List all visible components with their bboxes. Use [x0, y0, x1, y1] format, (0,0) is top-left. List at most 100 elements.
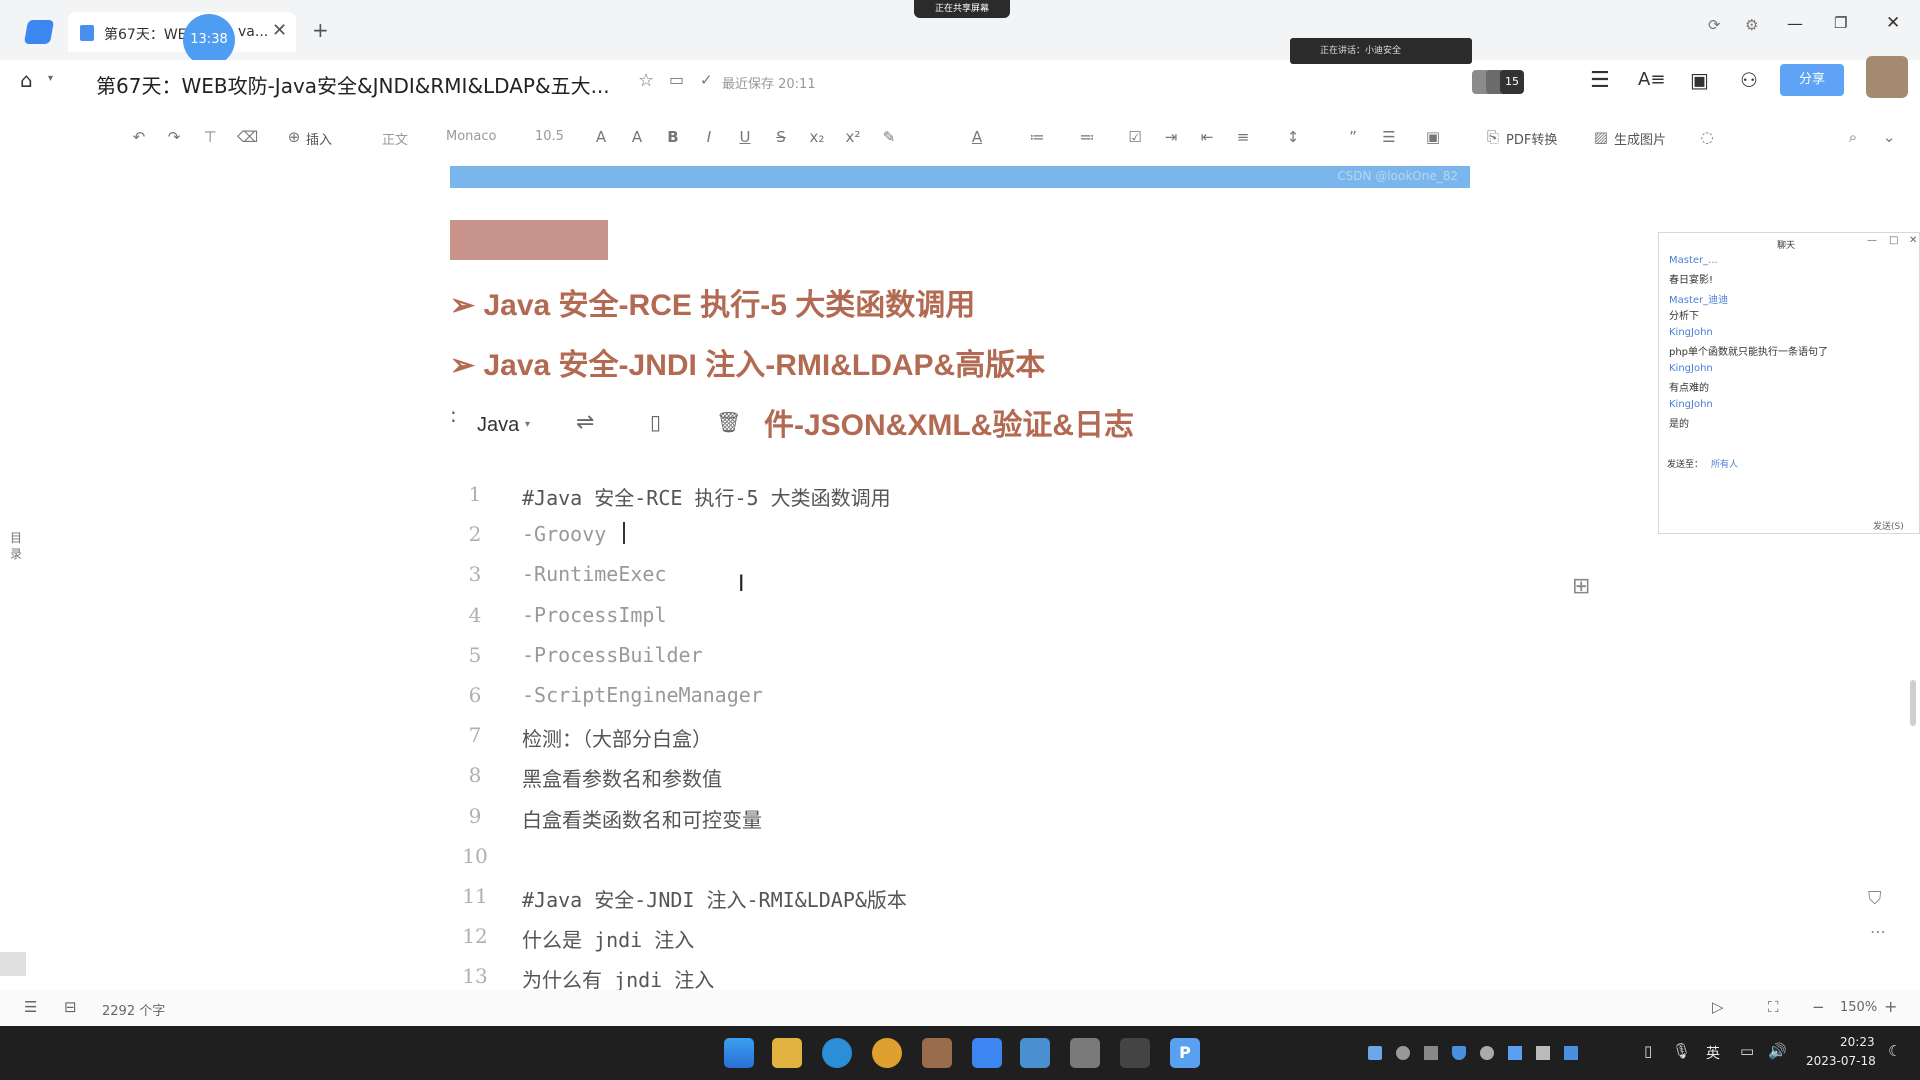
code-line[interactable]: 12 什么是 jndi 注入 [460, 924, 1560, 960]
redo-icon[interactable]: ↷ [165, 128, 183, 146]
strikethrough-icon[interactable]: S [772, 128, 790, 146]
new-tab-button[interactable]: + [312, 18, 329, 42]
chevron-down-icon[interactable]: ▾ [525, 419, 530, 430]
chevron-down-icon[interactable]: ▾ [48, 73, 53, 84]
microphone-icon[interactable]: 🎙 [1672, 1042, 1691, 1060]
wrap-icon[interactable]: ⇌ [576, 410, 594, 435]
code-line[interactable]: 10 [460, 844, 1560, 880]
avatar-stack[interactable]: 15 [1472, 70, 1532, 96]
file-explorer-icon[interactable] [772, 1038, 802, 1068]
home-icon[interactable]: ⌂ [20, 68, 33, 92]
code-line[interactable]: 9 白盒看类函数名和可控变量 [460, 804, 1560, 840]
scrollbar[interactable] [1910, 680, 1916, 726]
clear-format-icon[interactable]: ⌫ [237, 128, 258, 146]
tray-icon[interactable] [1536, 1046, 1550, 1060]
chat-close-button[interactable]: ✕ [1909, 235, 1917, 246]
insert-button[interactable]: 插入 [306, 129, 332, 148]
zoom-out-button[interactable]: − [1812, 998, 1825, 1016]
outdent-icon[interactable]: ⇤ [1198, 128, 1216, 146]
p-app-icon[interactable]: P [1170, 1038, 1200, 1068]
code-line[interactable]: 3 -RuntimeExec [460, 562, 1560, 598]
pdf-convert-button[interactable]: PDF转换 [1506, 129, 1557, 148]
play-icon[interactable]: ▷ [1712, 998, 1724, 1016]
present-icon[interactable]: ▣ [1690, 68, 1709, 92]
clock-date[interactable]: 2023-07-18 [1806, 1054, 1876, 1068]
font-shrink-icon[interactable]: A [628, 128, 646, 146]
notification-icon[interactable]: ☾ [1888, 1042, 1901, 1060]
code-line[interactable]: 7 检测：（大部分白盒） [460, 723, 1560, 759]
quote-icon[interactable]: ” [1344, 128, 1362, 146]
underline-icon[interactable]: U [736, 128, 754, 146]
more-dots-icon[interactable]: ⋯ [1870, 922, 1886, 941]
tab-document[interactable]: 第67天：WE va... ✕ [68, 12, 296, 52]
code-line[interactable]: 1 #Java 安全-RCE 执行-5 大类函数调用 [460, 482, 1560, 518]
toc-tab[interactable]: 目录 [10, 530, 26, 562]
insert-icon[interactable]: ⊕ [285, 128, 303, 146]
phone-icon[interactable]: ▯ [1644, 1042, 1652, 1060]
tray-icon[interactable] [1368, 1046, 1382, 1060]
code-line[interactable]: 4 -ProcessImpl [460, 603, 1560, 639]
chat-window[interactable]: 聊天 — □ ✕ Master_... 春日宴影! Master_迪迪 分析下 King… [1658, 232, 1920, 534]
code-line[interactable]: 2 -Groovy [460, 522, 1560, 558]
font-style-icon[interactable]: A≡ [1638, 69, 1665, 90]
insert-image-icon[interactable]: ▣ [1424, 128, 1442, 146]
italic-icon[interactable]: I [700, 128, 718, 146]
send-button[interactable]: 发送(S) [1873, 519, 1904, 532]
code-line[interactable]: 5 -ProcessBuilder [460, 643, 1560, 679]
settings-icon[interactable]: ⚙ [1745, 16, 1758, 34]
undo-icon[interactable]: ↶ [130, 128, 148, 146]
document-title[interactable]: 第67天：WEB攻防-Java安全&JNDI&RMI&LDAP&五大... [96, 70, 610, 99]
style-select[interactable]: 正文 [382, 129, 408, 148]
tray-icon[interactable] [1424, 1046, 1438, 1060]
folder-icon[interactable]: ▭ [669, 70, 684, 89]
chat-maximize-button[interactable]: □ [1889, 235, 1898, 246]
pdf-icon[interactable]: ⎘ [1484, 128, 1502, 146]
star-icon[interactable]: ☆ [638, 70, 654, 91]
numbered-list-icon[interactable]: ≕ [1078, 128, 1096, 146]
language-select[interactable]: Java [477, 414, 519, 437]
code-line[interactable]: 8 黑盒看参数名和参数值 [460, 763, 1560, 799]
close-window-button[interactable]: ✕ [1886, 13, 1900, 33]
tray-icon[interactable] [1480, 1046, 1494, 1060]
collapse-icon[interactable]: ⌄ [1880, 128, 1898, 146]
send-to-select[interactable]: 所有人 [1711, 457, 1738, 470]
bold-icon[interactable]: B [664, 128, 682, 146]
terminal-icon[interactable] [1120, 1038, 1150, 1068]
tray-icon[interactable] [1508, 1046, 1522, 1060]
photos-icon[interactable] [1020, 1038, 1050, 1068]
more-icon[interactable]: ◌ [1698, 128, 1716, 146]
align-icon[interactable]: ≡ [1234, 128, 1252, 146]
volume-icon[interactable]: 🔊 [1768, 1042, 1787, 1060]
chat-minimize-button[interactable]: — [1867, 235, 1877, 246]
word-count[interactable]: 2292 个字 [102, 1000, 165, 1019]
image-icon[interactable]: ▨ [1592, 128, 1610, 146]
ime-indicator[interactable]: 英 [1706, 1043, 1720, 1063]
bullet-list-icon[interactable]: ≔ [1028, 128, 1046, 146]
font-color-icon[interactable]: A [968, 128, 986, 146]
tray-icons[interactable] [1368, 1046, 1598, 1060]
start-icon[interactable] [724, 1038, 754, 1068]
fullscreen-icon[interactable]: ⛶ [1768, 998, 1779, 1016]
edge-icon[interactable] [822, 1038, 852, 1068]
refresh-icon[interactable]: ⟳ [1708, 16, 1721, 34]
size-select[interactable]: 10.5 [535, 129, 564, 144]
zoom-in-button[interactable]: + [1884, 997, 1897, 1016]
app-icon[interactable] [1070, 1038, 1100, 1068]
app-icon[interactable] [922, 1038, 952, 1068]
chrome-icon[interactable] [872, 1038, 902, 1068]
docs-app-icon[interactable] [972, 1038, 1002, 1068]
shield-icon[interactable] [1452, 1046, 1466, 1060]
clock-time[interactable]: 20:23 [1840, 1035, 1875, 1049]
network-icon[interactable]: ▭ [1740, 1042, 1754, 1060]
user-avatar[interactable] [1866, 56, 1908, 98]
font-grow-icon[interactable]: A [592, 128, 610, 146]
tray-icon[interactable] [1396, 1046, 1410, 1060]
share-button[interactable]: 分享 [1780, 64, 1844, 96]
font-select[interactable]: Monaco [446, 129, 496, 144]
add-comment-icon[interactable]: ⊞ [1572, 574, 1590, 599]
subscript-icon[interactable]: x₂ [808, 128, 826, 146]
search-icon[interactable]: ⌕ [1844, 128, 1862, 146]
sidebar-toggle-icon[interactable] [0, 952, 26, 976]
collaborate-icon[interactable]: ⚇ [1740, 68, 1758, 92]
document-body[interactable]: CSDN @lookOne_82 ➢ Java 安全-RCE 执行-5 大类函数… [0, 160, 1920, 1010]
